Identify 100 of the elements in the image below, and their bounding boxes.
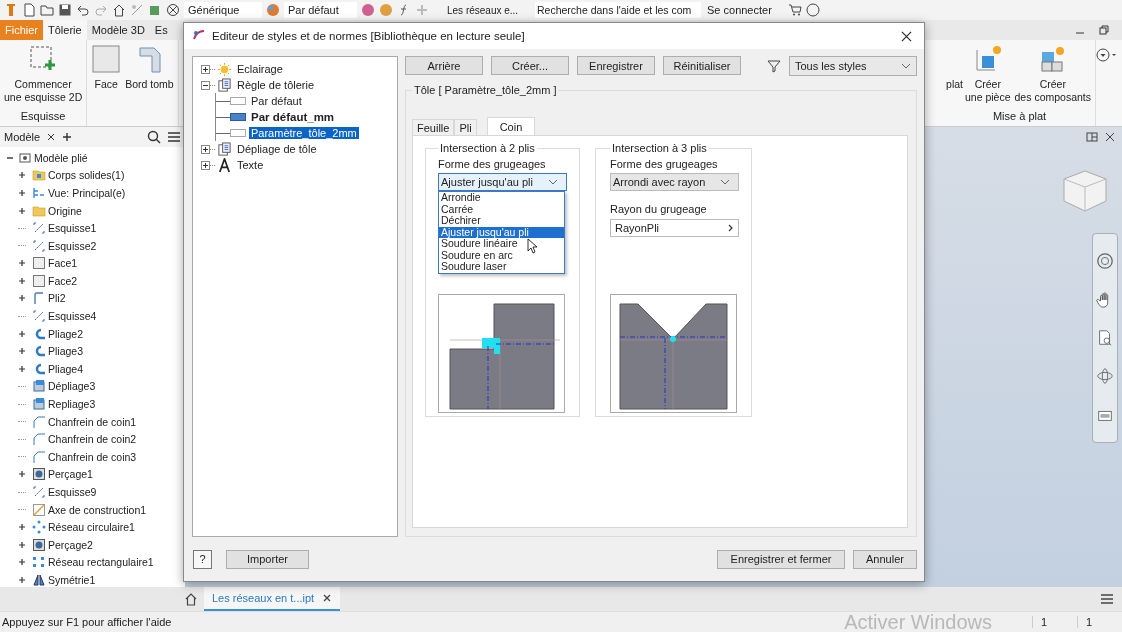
color-icon[interactable] bbox=[361, 3, 375, 17]
expand-icon[interactable] bbox=[18, 294, 26, 303]
radius-field[interactable]: RayonPli bbox=[610, 219, 739, 237]
ribbon-tab[interactable]: Tôlerie bbox=[43, 20, 87, 40]
dropdown-menu-icon[interactable] bbox=[1096, 48, 1118, 62]
tree-item[interactable]: Dépliage de tôle bbox=[235, 143, 319, 155]
dropdown-option[interactable]: Ajuster jusqu'au pli bbox=[439, 226, 564, 238]
ribbon-tab[interactable]: Modèle 3D bbox=[86, 20, 150, 40]
tree-item[interactable]: Symétrie1 bbox=[48, 573, 96, 586]
expand-icon[interactable] bbox=[18, 558, 26, 567]
tab[interactable]: Coin bbox=[486, 117, 536, 135]
undo-icon[interactable] bbox=[76, 3, 90, 17]
restore-icon[interactable] bbox=[1098, 24, 1110, 36]
tree-item[interactable]: Axe de construction1 bbox=[48, 503, 147, 516]
ribbon-tool[interactable]: Commencer une esquisse 2D bbox=[2, 40, 85, 108]
expand-icon[interactable] bbox=[201, 160, 210, 170]
open-folder-icon[interactable] bbox=[40, 3, 54, 17]
tab[interactable]: Feuille bbox=[412, 119, 455, 135]
home-icon[interactable] bbox=[112, 3, 126, 17]
menu-icon[interactable] bbox=[1100, 592, 1114, 606]
close-icon[interactable] bbox=[322, 593, 333, 603]
dropdown-option[interactable]: Arrondie bbox=[439, 192, 564, 204]
cancel-button[interactable]: Annuler bbox=[853, 549, 917, 569]
dropdown-option[interactable]: Carrée bbox=[439, 203, 564, 215]
add-icon[interactable] bbox=[62, 131, 73, 142]
save-icon[interactable] bbox=[58, 3, 72, 17]
tree-item[interactable]: Réseau rectangulaire1 bbox=[48, 556, 154, 569]
expand-icon[interactable] bbox=[18, 171, 26, 180]
dropdown-option[interactable]: Déchirer bbox=[439, 215, 564, 227]
search-icon[interactable] bbox=[147, 129, 161, 144]
close-icon[interactable] bbox=[1104, 131, 1116, 143]
collapse-icon[interactable] bbox=[201, 80, 210, 90]
tree-item[interactable]: Corps solides(1) bbox=[48, 169, 125, 182]
tree-item[interactable]: Pliage2 bbox=[48, 327, 84, 340]
close-icon[interactable] bbox=[901, 30, 912, 42]
tree-item[interactable]: Repliage3 bbox=[48, 398, 96, 411]
expand-icon[interactable] bbox=[18, 188, 26, 197]
dialog-button[interactable]: Réinitialiser bbox=[663, 56, 741, 75]
tree-item[interactable]: Texte bbox=[235, 159, 266, 171]
expand-icon[interactable] bbox=[18, 276, 26, 285]
tree-item[interactable]: Pliage3 bbox=[48, 345, 84, 358]
tree-item[interactable]: Perçage2 bbox=[48, 538, 93, 551]
tree-item[interactable]: Origine bbox=[48, 204, 82, 217]
dialog-button[interactable]: Enregistrer bbox=[577, 56, 655, 75]
expand-icon[interactable] bbox=[18, 364, 26, 373]
sign-in-button[interactable]: Se connecter bbox=[705, 4, 774, 16]
dropdown-option[interactable]: Soudure laser bbox=[439, 261, 564, 273]
tree-item[interactable]: Pliage4 bbox=[48, 362, 84, 375]
zoom-icon[interactable] bbox=[1096, 328, 1114, 347]
tree-item[interactable]: Par défaut_mm bbox=[249, 111, 337, 123]
dialog-button[interactable]: Créer... bbox=[491, 56, 569, 75]
tree-item[interactable]: Par défaut bbox=[249, 95, 304, 107]
tree-item[interactable]: Paramètre_tôle_2mm bbox=[249, 127, 359, 139]
shape-dropdown[interactable]: Arrondi avec rayon bbox=[610, 173, 739, 191]
expand-icon[interactable] bbox=[18, 329, 26, 338]
tree-item[interactable]: Réseau circulaire1 bbox=[48, 521, 135, 534]
tree-item[interactable]: Perçage1 bbox=[48, 468, 93, 481]
tree-item[interactable]: Face1 bbox=[48, 257, 78, 270]
dropdown-option[interactable]: Soudure linéaire bbox=[439, 238, 564, 250]
expand-icon[interactable] bbox=[18, 347, 26, 356]
tree-item[interactable]: Pli2 bbox=[48, 292, 66, 305]
help-button[interactable]: ? bbox=[193, 549, 212, 569]
ribbon-tab[interactable]: Es bbox=[149, 20, 173, 40]
dropdown-option[interactable]: Soudure en arc bbox=[439, 249, 564, 261]
save-and-close-button[interactable]: Enregistrer et fermer bbox=[717, 549, 845, 569]
tab[interactable]: Pli bbox=[454, 119, 477, 135]
material-dropdown[interactable]: Générique bbox=[184, 2, 262, 18]
tree-item[interactable]: Esquisse1 bbox=[48, 222, 97, 235]
ribbon-tool[interactable]: Créer une pièce bbox=[963, 40, 1013, 108]
tree-item[interactable]: Face2 bbox=[48, 274, 78, 287]
tree-item[interactable]: Dépliage3 bbox=[48, 380, 96, 393]
expand-icon[interactable] bbox=[18, 523, 26, 532]
tree-item[interactable]: Chanfrein de coin2 bbox=[48, 433, 137, 446]
expand-icon[interactable] bbox=[18, 540, 26, 549]
menu-icon[interactable] bbox=[167, 129, 181, 144]
tree-item[interactable]: Modèle plié bbox=[34, 151, 88, 164]
ribbon-tool[interactable]: Bord tomb bbox=[123, 40, 176, 126]
shape-dropdown[interactable]: Ajuster jusqu'au pli bbox=[438, 173, 567, 191]
ribbon-tool[interactable]: Face bbox=[89, 40, 124, 126]
tree-item[interactable]: Chanfrein de coin1 bbox=[48, 415, 137, 428]
expand-icon[interactable] bbox=[18, 470, 26, 479]
tree-item[interactable]: Vue: Principal(e) bbox=[48, 186, 126, 199]
ribbon-tool[interactable]: Créer des composants bbox=[1012, 40, 1093, 108]
expand-icon[interactable] bbox=[18, 575, 26, 584]
expand-icon[interactable] bbox=[201, 64, 210, 74]
steering-wheel-icon[interactable] bbox=[1096, 252, 1114, 271]
ribbon-tool[interactable]: plat bbox=[946, 40, 963, 108]
expand-icon[interactable] bbox=[201, 144, 210, 154]
new-file-icon[interactable] bbox=[22, 3, 36, 17]
app-logo-icon[interactable] bbox=[4, 3, 18, 17]
tree-item[interactable]: Chanfrein de coin3 bbox=[48, 450, 137, 463]
split-view-icon[interactable] bbox=[1086, 131, 1098, 143]
cart-icon[interactable] bbox=[787, 3, 802, 17]
close-icon[interactable] bbox=[46, 131, 57, 142]
filter-dropdown[interactable]: Tous les styles bbox=[789, 56, 917, 76]
appearance-icon[interactable] bbox=[266, 3, 280, 17]
tree-item[interactable]: Esquisse9 bbox=[48, 486, 97, 498]
browser-tab[interactable]: Modèle bbox=[4, 130, 41, 143]
search-field[interactable]: Recherche dans l'aide et les com bbox=[535, 2, 701, 18]
document-tab[interactable]: Les réseaux en t...ipt bbox=[204, 587, 341, 611]
